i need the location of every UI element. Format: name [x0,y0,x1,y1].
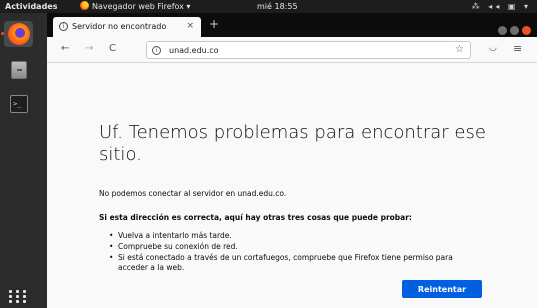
minimize-button[interactable] [498,26,507,35]
page-content: Uf. Tenemos problemas para encontrar ese… [47,64,537,308]
list-item: Si está conectado a través de un cortafu… [109,253,469,273]
files-icon [11,61,27,79]
system-tray[interactable]: ⁂ ◂◂ ▣ ▾ [472,0,531,13]
error-suggestions-heading: Si esta dirección es correcta, aquí hay … [99,213,412,222]
top-bar: Actividades Navegador web Firefox ▾ mié … [0,0,537,13]
site-info-icon[interactable]: i [152,46,161,55]
firefox-icon [80,1,89,10]
url-text[interactable]: unad.edu.co [169,46,219,55]
navigation-toolbar: ← → C i unad.edu.co ☆ ◡ ≡ [47,37,537,63]
back-button[interactable]: ← [61,43,69,54]
running-indicator [1,32,4,35]
close-tab-icon[interactable]: × [186,21,194,31]
tab-title: Servidor no encontrado [72,22,167,31]
tab-servidor-no-encontrado[interactable]: i Servidor no encontrado × [53,17,201,37]
dock-terminal[interactable]: >_ [4,91,33,117]
reload-button[interactable]: C [109,43,116,54]
new-tab-button[interactable]: + [209,17,219,31]
show-applications-icon[interactable] [9,290,29,304]
maximize-button[interactable] [510,26,519,35]
pocket-icon[interactable]: ◡ [489,43,497,53]
list-item: Vuelva a intentarlo más tarde. [109,231,469,241]
suggestions-list: Vuelva a intentarlo más tarde. Compruebe… [109,231,469,274]
tab-bar: i Servidor no encontrado × + [47,13,537,37]
app-menu[interactable]: Navegador web Firefox ▾ [80,0,190,13]
activities-button[interactable]: Actividades [5,0,58,13]
clock[interactable]: mié 18:55 [257,0,298,13]
dock: >_ [0,13,37,308]
terminal-icon: >_ [10,95,28,113]
firefox-window: i Servidor no encontrado × + ← → C i una… [47,13,537,308]
error-title: Uf. Tenemos problemas para encontrar ese… [99,122,486,165]
app-menu-label: Navegador web Firefox ▾ [92,2,191,11]
list-item: Compruebe su conexión de red. [109,242,469,252]
error-description: No podemos conectar al servidor en unad.… [99,189,287,198]
forward-button[interactable]: → [85,43,93,54]
dock-firefox[interactable] [1,21,33,47]
info-icon: i [59,22,68,31]
firefox-icon [8,23,30,45]
hamburger-menu-icon[interactable]: ≡ [513,42,522,55]
retry-button[interactable]: Reintentar [402,280,482,298]
bookmark-star-icon[interactable]: ☆ [455,44,464,55]
url-bar[interactable]: i unad.edu.co ☆ [146,41,471,59]
dock-files[interactable] [4,57,33,83]
close-window-button[interactable] [522,26,531,35]
